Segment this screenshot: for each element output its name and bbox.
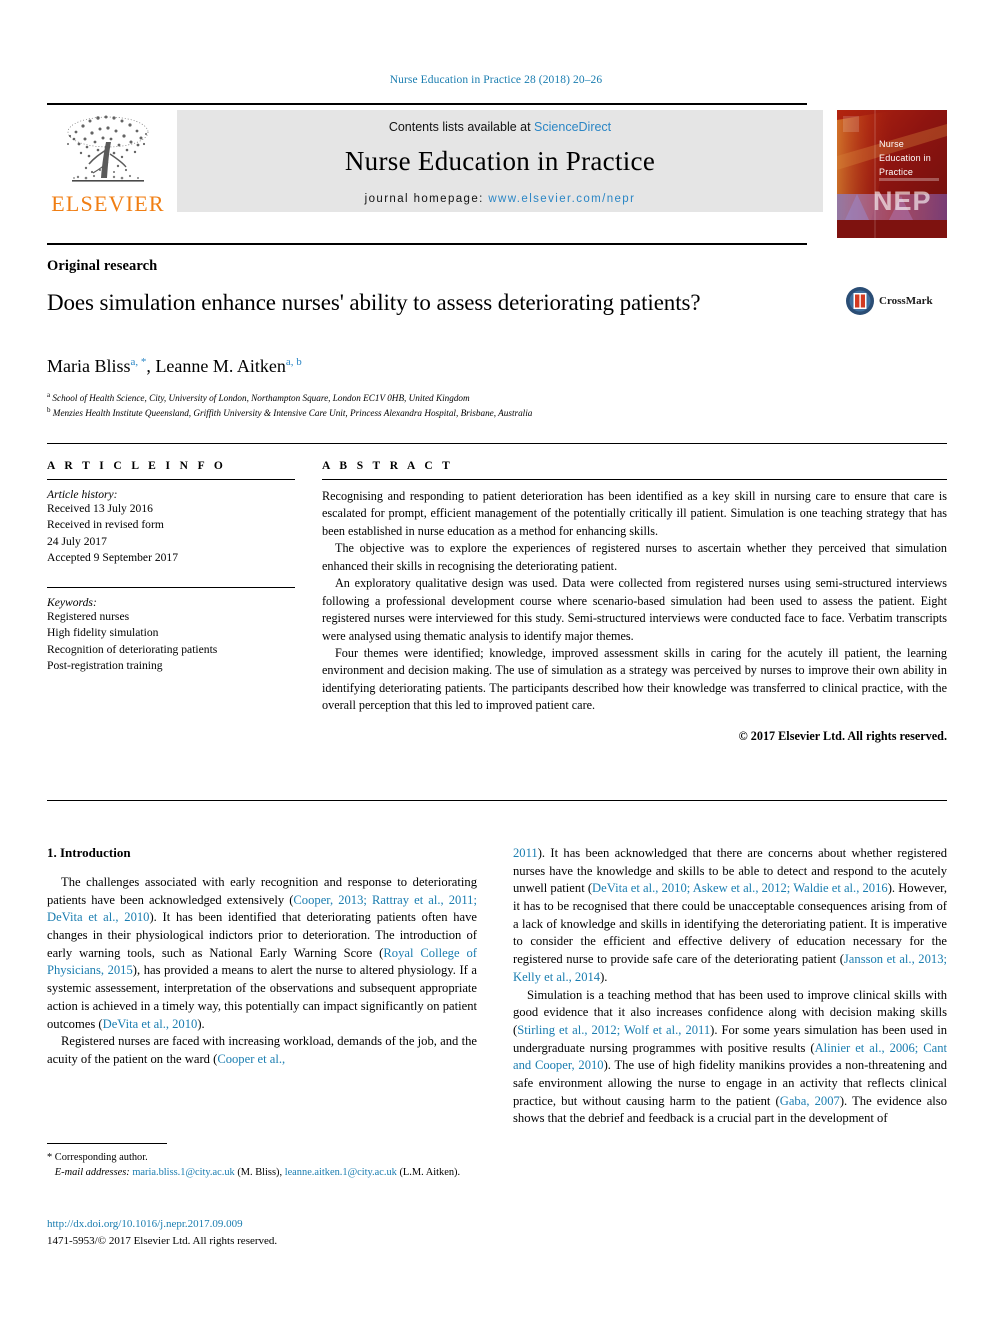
- email-attr-1: (M. Bliss),: [234, 1167, 285, 1179]
- crossmark-badge[interactable]: CrossMark: [845, 286, 933, 316]
- affiliation-a: a School of Health Science, City, Univer…: [47, 390, 767, 405]
- cover-line-1: Nurse: [879, 139, 905, 149]
- citation-link[interactable]: DeVita et al., 2010: [103, 1017, 198, 1031]
- abstract-copyright: © 2017 Elsevier Ltd. All rights reserved…: [738, 728, 947, 743]
- journal-homepage-link[interactable]: www.elsevier.com/nepr: [488, 193, 635, 205]
- body-column-right: 2011). It has been acknowledged that the…: [513, 845, 947, 1128]
- affiliation-list: a School of Health Science, City, Univer…: [47, 390, 767, 421]
- keywords-label: Keywords:: [47, 595, 97, 609]
- cover-subtitle-bar: [879, 178, 939, 181]
- citation-link[interactable]: Stirling et al., 2012; Wolf et al., 2011: [517, 1023, 710, 1037]
- keyword-item: High fidelity simulation: [47, 626, 159, 640]
- doi-block: http://dx.doi.org/10.1016/j.nepr.2017.09…: [47, 1216, 477, 1249]
- section-heading-introduction: 1. Introduction: [47, 845, 131, 860]
- abstract-paragraph: Four themes were identified; knowledge, …: [322, 645, 947, 713]
- article-history-line: Received in revised form: [47, 518, 164, 532]
- article-history-line: Received 13 July 2016: [47, 502, 153, 515]
- cover-title-text: Nurse Education in Practice: [879, 138, 941, 180]
- article-history-line: Accepted 9 September 2017: [47, 551, 179, 565]
- corresponding-author-note: * Corresponding author.: [47, 1152, 148, 1163]
- body-text-run: ).: [600, 969, 608, 984]
- paper-page: Nurse Education in Practice 28 (2018) 20…: [0, 0, 992, 1323]
- affiliation-text-b: Menzies Health Institute Queensland, Gri…: [52, 408, 533, 419]
- abstract-paragraph: An exploratory qualitative design was us…: [322, 576, 947, 643]
- affiliation-mark-b: b: [47, 406, 51, 415]
- author-name-2[interactable]: Leanne M. Aitken: [155, 356, 285, 376]
- contents-available-line: Contents lists available at ScienceDirec…: [177, 120, 823, 134]
- cover-acronym: NEP: [873, 186, 932, 216]
- crossmark-icon: [846, 287, 874, 315]
- footnote-separator: [47, 1143, 167, 1144]
- journal-title: Nurse Education in Practice: [344, 146, 656, 176]
- crossmark-label: CrossMark: [879, 295, 933, 307]
- citation-link[interactable]: 2011: [513, 846, 538, 860]
- contents-prefix: Contents lists available at: [388, 120, 535, 134]
- journal-homepage-line: journal homepage: www.elsevier.com/nepr: [177, 193, 823, 205]
- doi-link[interactable]: http://dx.doi.org/10.1016/j.nepr.2017.09…: [47, 1216, 477, 1233]
- page-title: Does simulation enhance nurses' ability …: [47, 290, 701, 315]
- abstract-panel: A B S T R A C T Recognising and respondi…: [322, 460, 947, 744]
- abstract-heading: A B S T R A C T: [322, 460, 454, 472]
- abstract-block-bottom-rule: [47, 800, 947, 801]
- author-name-1[interactable]: Maria Bliss: [47, 356, 131, 376]
- author-marks-1: a, *: [130, 356, 147, 368]
- journal-masthead: ELSEVIER Contents lists available at Sci…: [47, 103, 947, 245]
- body-text-run: ).: [197, 1016, 205, 1031]
- abstract-paragraph: The objective was to explore the experie…: [322, 541, 947, 573]
- keyword-item: Recognition of deteriorating patients: [47, 642, 218, 656]
- body-paragraph: Simulation is a teaching method that has…: [513, 987, 947, 1129]
- email-attr-2: (L.M. Aitken).: [396, 1167, 461, 1179]
- article-info-panel: A R T I C L E I N F O Article history: R…: [47, 460, 295, 675]
- affiliation-mark-a: a: [47, 391, 51, 399]
- body-paragraph: The challenges associated with early rec…: [47, 874, 477, 1033]
- keyword-item: Post-registration training: [47, 659, 163, 673]
- article-history-label: Article history:: [47, 488, 118, 501]
- citation-link[interactable]: Gaba, 2007: [780, 1094, 840, 1108]
- article-history-line: 24 July 2017: [47, 534, 107, 548]
- running-head: Nurse Education in Practice 28 (2018) 20…: [389, 74, 603, 86]
- article-info-heading: A R T I C L E I N F O: [47, 460, 227, 472]
- article-info-rule: [47, 479, 295, 480]
- email-link-2[interactable]: leanne.aitken.1@city.ac.uk: [285, 1167, 397, 1178]
- elsevier-wordmark: ELSEVIER: [51, 191, 165, 216]
- email-note: E-mail addresses: maria.bliss.1@city.ac.…: [47, 1165, 477, 1180]
- article-type: Original research: [47, 258, 158, 274]
- elsevier-logo: ELSEVIER: [47, 110, 169, 238]
- citation-link[interactable]: Cooper et al.,: [217, 1052, 285, 1066]
- email-link-1[interactable]: maria.bliss.1@city.ac.uk: [132, 1167, 234, 1178]
- homepage-prefix: journal homepage:: [364, 193, 489, 205]
- abstract-paragraph: Recognising and responding to patient de…: [322, 489, 947, 538]
- author-marks-2: a, b: [285, 356, 302, 368]
- body-paragraph: Registered nurses are faced with increas…: [47, 1033, 477, 1068]
- affiliation-b: b Menzies Health Institute Queensland, G…: [47, 405, 767, 420]
- citation-link[interactable]: DeVita et al., 2010; Askew et al., 2012;…: [592, 881, 888, 895]
- masthead-bottom-rule: [47, 243, 807, 245]
- abstract-block-top-rule: [47, 443, 947, 444]
- journal-band: Contents lists available at ScienceDirec…: [177, 110, 823, 212]
- body-paragraph: 2011). It has been acknowledged that the…: [513, 845, 947, 987]
- author-list: Maria Blissa, *, Leanne M. Aitkena, b: [47, 356, 302, 377]
- email-label: E-mail addresses:: [54, 1167, 130, 1179]
- footnote-block: * Corresponding author. E-mail addresses…: [47, 1150, 477, 1180]
- cover-line-2: Education in: [879, 152, 931, 163]
- elsevier-tree-icon: [67, 115, 149, 182]
- masthead-top-rule: [47, 103, 807, 105]
- sciencedirect-link[interactable]: ScienceDirect: [534, 120, 611, 134]
- body-column-left: 1. Introduction The challenges associate…: [47, 845, 477, 1069]
- abstract-rule: [322, 479, 947, 480]
- affiliation-text-a: School of Health Science, City, Universi…: [52, 393, 470, 404]
- issn-copyright-line: 1471-5953/© 2017 Elsevier Ltd. All right…: [47, 1234, 278, 1247]
- journal-cover-thumbnail: Nurse Education in Practice NEP: [837, 110, 947, 238]
- keywords-rule: [47, 586, 295, 588]
- keyword-item: Registered nurses: [47, 609, 130, 623]
